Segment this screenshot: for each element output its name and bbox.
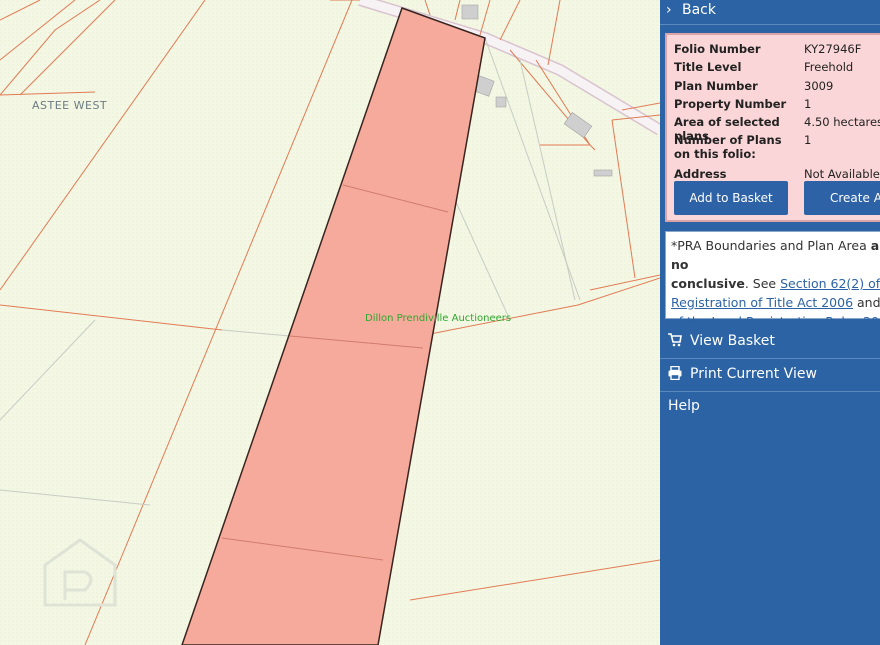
help-button[interactable]: Help <box>660 391 880 423</box>
notice-text: and <box>857 295 880 310</box>
field-value: 1 <box>804 97 812 111</box>
printer-icon <box>668 366 682 380</box>
view-basket-button[interactable]: View Basket <box>660 326 880 359</box>
help-label: Help <box>668 398 700 414</box>
notice-text: . See <box>744 276 781 291</box>
field-key: Property Number <box>674 97 787 111</box>
field-key: Folio Number <box>674 42 761 56</box>
cart-icon <box>668 333 682 347</box>
field-value: 3009 <box>804 79 834 93</box>
field-key: Address <box>674 167 727 181</box>
map-view[interactable]: ASTEE WEST Dillon Prendiville Auctioneer… <box>0 0 660 645</box>
watermark-text: Dillon Prendiville Auctioneers <box>365 313 512 324</box>
field-key: Plan Number <box>674 79 758 93</box>
map-canvas[interactable] <box>0 0 660 645</box>
create-alert-button[interactable]: Create Ale <box>804 181 880 215</box>
print-current-view-button[interactable]: Print Current View <box>660 359 880 392</box>
field-value: KY27946F <box>804 42 862 56</box>
notice-bold: conclusive <box>671 276 745 291</box>
back-label: Back <box>682 2 716 18</box>
folio-info-box: Folio Number KY27946F Title Level Freeho… <box>665 33 880 222</box>
add-to-basket-button[interactable]: Add to Basket <box>674 181 788 215</box>
side-panel: › Back Folio Number KY27946F Title Level… <box>660 0 880 645</box>
view-basket-label: View Basket <box>690 333 775 349</box>
notice-text: *PRA Boundaries and Plan Area <box>671 238 871 253</box>
print-view-label: Print Current View <box>690 366 817 382</box>
boundary-notice: *PRA Boundaries and Plan Area are no con… <box>665 231 880 329</box>
field-key: Number of Plans on this folio: <box>674 133 782 161</box>
field-value: Freehold <box>804 60 854 74</box>
place-label: ASTEE WEST <box>32 99 108 112</box>
back-button[interactable]: › Back <box>660 0 880 25</box>
field-value: 4.50 hectares. <box>804 115 880 129</box>
field-value: 1 <box>804 133 812 147</box>
chevron-right-icon: › <box>666 2 672 18</box>
field-value: Not Available <box>804 167 880 181</box>
field-key: Title Level <box>674 60 742 74</box>
